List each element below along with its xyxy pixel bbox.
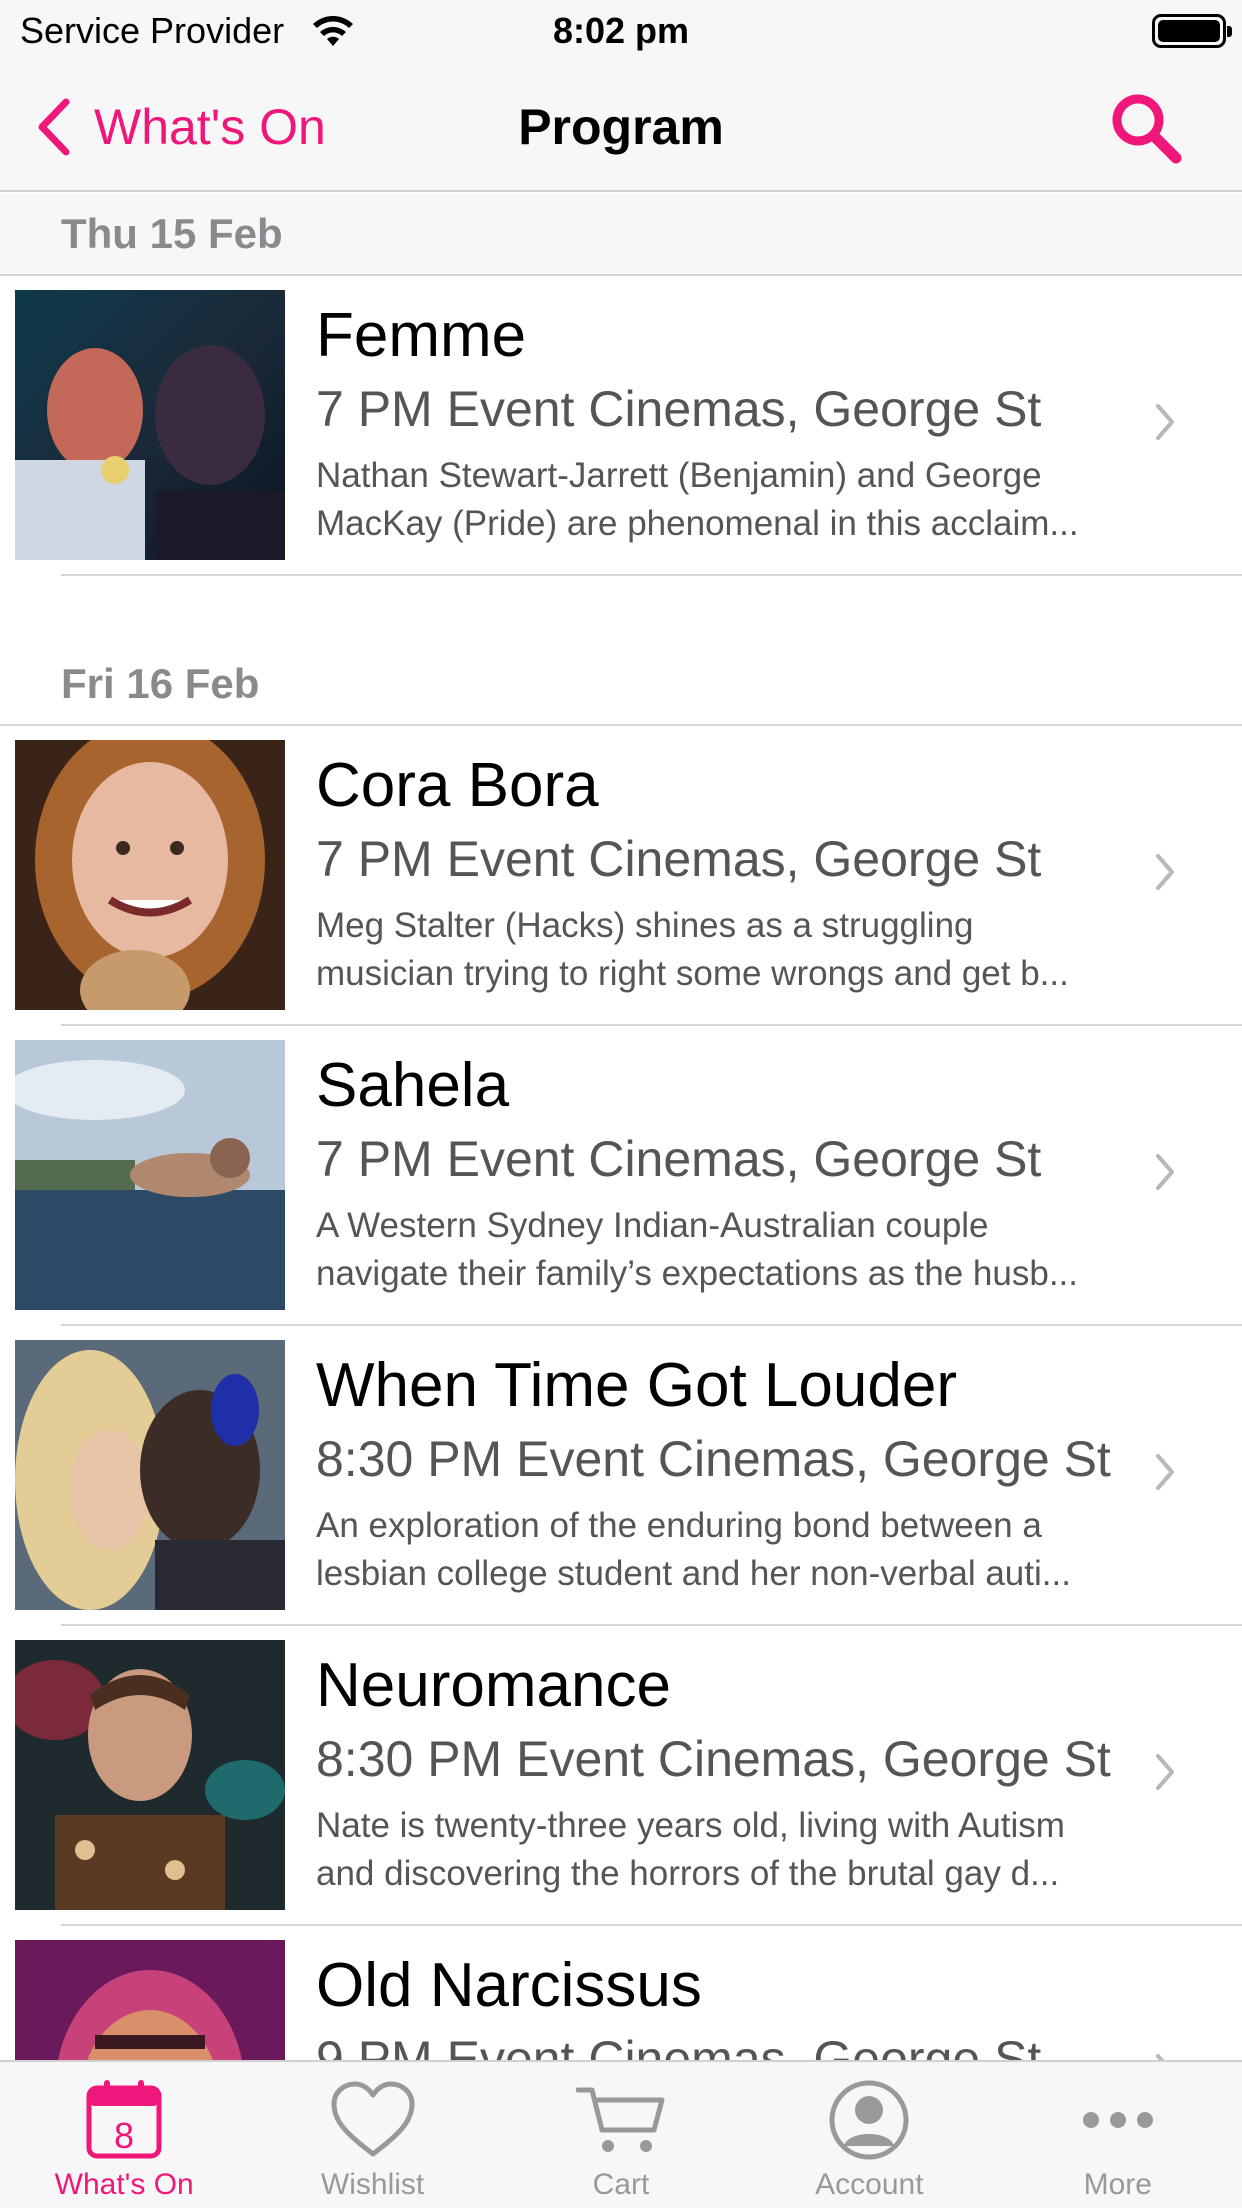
battery-icon [1152, 14, 1232, 48]
tab-label: Account [815, 2168, 924, 2201]
tab-account[interactable]: Account [745, 2062, 993, 2208]
description-line: musician trying to right some wrongs and… [316, 954, 1069, 993]
event-time-venue: 7 PM Event Cinemas, George St [316, 1131, 1042, 1187]
section-date: Fri 16 Feb [61, 660, 260, 707]
description-line: Meg Stalter (Hacks) shines as a struggli… [316, 906, 974, 945]
tab-label: More [1083, 2168, 1152, 2201]
event-thumbnail [15, 740, 285, 1010]
more-icon [1082, 2112, 1153, 2128]
description-line: A Western Sydney Indian-Australian coupl… [316, 1206, 989, 1245]
status-time: 8:02 pm [552, 10, 690, 51]
tab-bar: 8 What's On Wishlist Cart Account More [0, 2060, 1242, 2208]
chevron-right-icon [1156, 1454, 1174, 1490]
description-line: and discovering the horrors of the bruta… [316, 1854, 1060, 1893]
tab-more[interactable]: More [994, 2062, 1242, 2208]
section-date: Thu 15 Feb [61, 210, 283, 257]
event-title: Sahela [316, 1051, 510, 1120]
chevron-right-icon [1156, 404, 1174, 440]
event-title: Old Narcissus [316, 1951, 702, 2020]
event-thumbnail [15, 1040, 285, 1310]
tab-whats-on[interactable]: 8 What's On [0, 2062, 248, 2208]
chevron-right-icon [1156, 1754, 1174, 1790]
event-description: Nate is twenty-three years old, living w… [316, 1802, 1152, 1898]
tab-label: Cart [592, 2168, 650, 2201]
description-line: navigate their family’s expectations as … [316, 1254, 1079, 1293]
event-row-old-narcissus[interactable]: Old Narcissus 9 PM Event Cinemas, George… [0, 1926, 1242, 2060]
calendar-icon: 8 [86, 2080, 162, 2159]
tab-label: What's On [54, 2168, 194, 2201]
status-bar: Service Provider 8:02 pm [0, 0, 1242, 62]
search-icon[interactable] [1106, 88, 1186, 168]
navigation-bar: What's On Program [0, 62, 1242, 192]
page-title: Program [518, 99, 724, 155]
event-title: Femme [316, 301, 527, 370]
heart-icon [331, 2081, 415, 2157]
event-time-venue: 8:30 PM Event Cinemas, George St [316, 1731, 1111, 1787]
event-row-when-time-got-louder[interactable]: When Time Got Louder 8:30 PM Event Cinem… [0, 1326, 1242, 1626]
account-icon [829, 2080, 909, 2160]
chevron-right-icon [1156, 854, 1174, 890]
section-spacer [0, 576, 1242, 644]
event-row-femme[interactable]: Femme 7 PM Event Cinemas, George St Nath… [0, 276, 1242, 576]
tab-wishlist[interactable]: Wishlist [248, 2062, 496, 2208]
description-line: lesbian college student and her non-verb… [316, 1554, 1071, 1593]
chevron-right-icon [1156, 2054, 1165, 2060]
section-header: Fri 16 Feb [0, 644, 1242, 726]
event-row-sahela[interactable]: Sahela 7 PM Event Cinemas, George St A W… [0, 1026, 1242, 1326]
calendar-day-number: 8 [114, 2115, 134, 2156]
event-row-neuromance[interactable]: Neuromance 8:30 PM Event Cinemas, George… [0, 1626, 1242, 1926]
event-title: Neuromance [316, 1651, 671, 1720]
description-line: MacKay (Pride) are phenomenal in this ac… [316, 504, 1079, 543]
description-line: Nate is twenty-three years old, living w… [316, 1806, 1065, 1845]
event-description: Meg Stalter (Hacks) shines as a struggli… [316, 902, 1152, 998]
event-thumbnail [15, 1940, 285, 2060]
event-thumbnail [15, 290, 285, 560]
tab-cart[interactable]: Cart [497, 2062, 745, 2208]
event-title: Cora Bora [316, 751, 599, 820]
event-time-venue: 7 PM Event Cinemas, George St [316, 381, 1042, 437]
event-time-venue: 8:30 PM Event Cinemas, George St [316, 1431, 1111, 1487]
chevron-right-icon [1156, 1154, 1174, 1190]
section-header: Thu 15 Feb [0, 194, 1242, 276]
event-time-venue: 9 PM Event Cinemas, George St [316, 2031, 1042, 2060]
event-time-venue: 7 PM Event Cinemas, George St [316, 831, 1042, 887]
program-list[interactable]: Thu 15 Feb Femme 7 PM Event Cinemas, Geo… [0, 194, 1242, 2060]
event-description: An exploration of the enduring bond betw… [316, 1502, 1152, 1598]
row-divider [61, 574, 1242, 576]
description-line: Nathan Stewart-Jarrett (Benjamin) and Ge… [316, 456, 1042, 495]
event-thumbnail [15, 1640, 285, 1910]
event-title: When Time Got Louder [316, 1351, 957, 1420]
cart-icon [575, 2087, 665, 2152]
tab-label: Wishlist [320, 2168, 425, 2201]
event-row-cora-bora[interactable]: Cora Bora 7 PM Event Cinemas, George St … [0, 726, 1242, 1026]
description-line: An exploration of the enduring bond betw… [316, 1506, 1042, 1545]
event-description: A Western Sydney Indian-Australian coupl… [316, 1202, 1152, 1298]
event-thumbnail [15, 1340, 285, 1610]
event-description: Nathan Stewart-Jarrett (Benjamin) and Ge… [316, 452, 1152, 548]
